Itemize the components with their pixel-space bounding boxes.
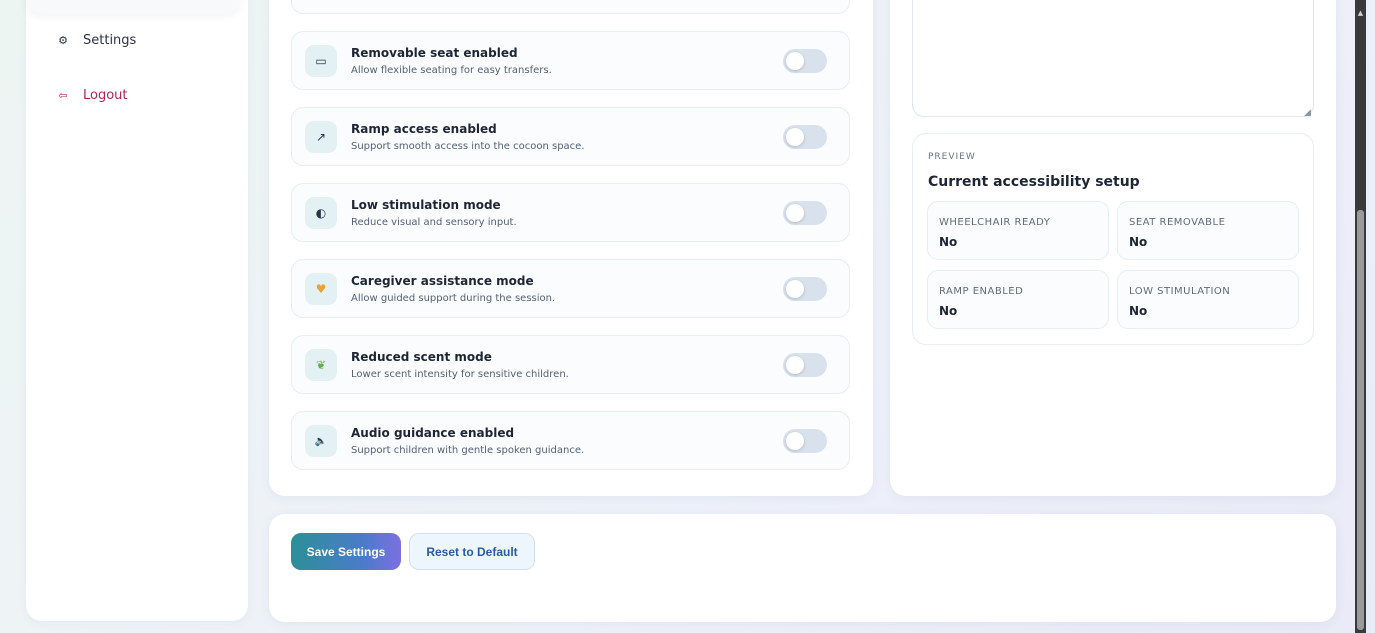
option-title: Audio guidance enabled — [351, 426, 515, 440]
stat-ramp-enabled: RAMP ENABLED No — [927, 270, 1109, 329]
toggle-knob — [786, 432, 804, 450]
reduced-scent-toggle[interactable] — [783, 353, 827, 377]
option-description: Reduce visual and sensory input. — [351, 217, 517, 228]
reset-to-default-button[interactable]: Reset to Default — [409, 533, 535, 570]
accessibility-options-panel: ▭ Removable seat enabled Allow flexible … — [269, 0, 873, 496]
sidebar-item-label: Logout — [83, 88, 128, 103]
speaker-icon: 🔈 — [305, 425, 337, 457]
page-scrollbar[interactable]: ▲ — [1355, 0, 1366, 633]
logout-icon: ⇦ — [58, 89, 68, 102]
toggle-knob — [786, 280, 804, 298]
stat-label: WHEELCHAIR READY — [939, 217, 1051, 228]
option-title: Reduced scent mode — [351, 350, 492, 364]
option-card — [291, 0, 850, 14]
audio-guidance-toggle[interactable] — [783, 429, 827, 453]
option-low-stimulation: ◐ Low stimulation mode Reduce visual and… — [291, 183, 850, 242]
option-description: Allow flexible seating for easy transfer… — [351, 65, 552, 76]
option-title: Caregiver assistance mode — [351, 274, 534, 288]
option-description: Lower scent intensity for sensitive chil… — [351, 369, 569, 380]
leaf-icon: ❦ — [305, 349, 337, 381]
option-title: Ramp access enabled — [351, 122, 497, 136]
toggle-knob — [786, 204, 804, 222]
preview-label: PREVIEW — [928, 152, 976, 162]
resize-grip-icon[interactable]: ◢ — [1304, 108, 1311, 118]
toggle-knob — [786, 356, 804, 374]
toggle-knob — [786, 52, 804, 70]
option-caregiver-assistance: ♥ Caregiver assistance mode Allow guided… — [291, 259, 850, 318]
gear-icon: ⚙ — [58, 34, 68, 47]
stat-low-stimulation: LOW STIMULATION No — [1117, 270, 1299, 329]
contrast-icon: ◐ — [305, 197, 337, 229]
stat-value: No — [1129, 304, 1148, 318]
stat-label: RAMP ENABLED — [939, 286, 1024, 297]
preview-heading: Current accessibility setup — [928, 174, 1140, 190]
ramp-icon: ↗ — [305, 121, 337, 153]
save-settings-button[interactable]: Save Settings — [291, 533, 401, 570]
stat-wheelchair-ready: WHEELCHAIR READY No — [927, 201, 1109, 260]
caregiver-assistance-toggle[interactable] — [783, 277, 827, 301]
notes-textarea[interactable] — [912, 0, 1314, 117]
heart-hands-icon: ♥ — [305, 273, 337, 305]
sidebar-item-label: Settings — [83, 33, 137, 48]
scrollbar-thumb[interactable] — [1357, 210, 1364, 630]
action-bar: Save Settings Reset to Default — [269, 514, 1336, 622]
option-description: Allow guided support during the session. — [351, 293, 556, 304]
sidebar-item-logout[interactable]: ⇦ Logout — [56, 88, 128, 103]
preview-card: PREVIEW Current accessibility setup WHEE… — [912, 133, 1314, 345]
removable-seat-toggle[interactable] — [783, 49, 827, 73]
option-title: Low stimulation mode — [351, 198, 501, 212]
option-description: Support smooth access into the cocoon sp… — [351, 141, 585, 152]
sidebar-item-settings[interactable]: ⚙ Settings — [56, 33, 136, 48]
option-ramp-access: ↗ Ramp access enabled Support smooth acc… — [291, 107, 850, 166]
scroll-up-icon[interactable]: ▲ — [1355, 9, 1366, 17]
sidebar-nav-item-above[interactable] — [26, 0, 240, 14]
option-removable-seat: ▭ Removable seat enabled Allow flexible … — [291, 31, 850, 90]
stat-value: No — [939, 235, 958, 249]
option-description: Support children with gentle spoken guid… — [351, 445, 585, 456]
stat-seat-removable: SEAT REMOVABLE No — [1117, 201, 1299, 260]
stat-label: SEAT REMOVABLE — [1129, 217, 1226, 228]
option-reduced-scent: ❦ Reduced scent mode Lower scent intensi… — [291, 335, 850, 394]
stat-label: LOW STIMULATION — [1129, 286, 1231, 297]
stat-value: No — [939, 304, 958, 318]
low-stimulation-toggle[interactable] — [783, 201, 827, 225]
stat-value: No — [1129, 235, 1148, 249]
option-title: Removable seat enabled — [351, 46, 518, 60]
preview-panel: ◢ PREVIEW Current accessibility setup WH… — [890, 0, 1336, 496]
ramp-access-toggle[interactable] — [783, 125, 827, 149]
option-audio-guidance: 🔈 Audio guidance enabled Support childre… — [291, 411, 850, 470]
sidebar: ⚙ Settings ⇦ Logout — [26, 0, 248, 621]
toggle-knob — [786, 128, 804, 146]
seat-icon: ▭ — [305, 45, 337, 77]
